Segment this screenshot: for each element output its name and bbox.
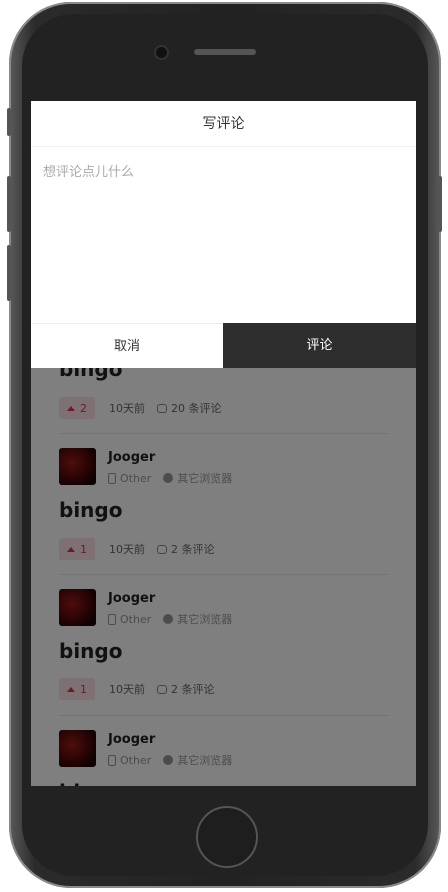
- home-button[interactable]: [196, 806, 258, 868]
- comment-dialog: 写评论 取消 评论: [31, 101, 416, 368]
- volume-up-button: [7, 176, 11, 232]
- earpiece-speaker: [194, 49, 256, 55]
- dialog-title: 写评论: [31, 101, 416, 147]
- mute-switch: [7, 108, 11, 136]
- cancel-button[interactable]: 取消: [31, 323, 223, 368]
- submit-comment-button[interactable]: 评论: [223, 323, 416, 368]
- comment-input[interactable]: [31, 147, 416, 323]
- volume-down-button: [7, 245, 11, 301]
- front-camera: [156, 47, 167, 58]
- power-button: [438, 176, 442, 232]
- screen: bingo 2 10天前 20 条评论 Jooger Other 其它浏览器: [31, 101, 416, 786]
